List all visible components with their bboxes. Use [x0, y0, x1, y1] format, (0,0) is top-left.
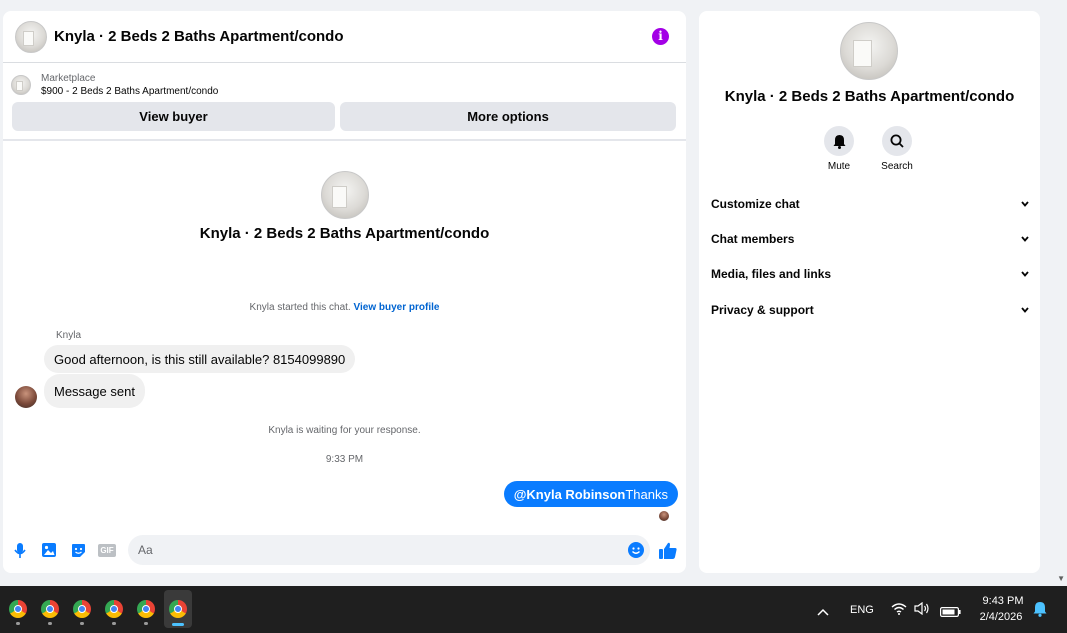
bell-icon	[824, 126, 854, 156]
chevron-down-icon	[1021, 236, 1029, 242]
sender-avatar[interactable]	[15, 386, 37, 408]
chrome-app-icon[interactable]	[133, 596, 159, 625]
info-panel-title: Knyla · 2 Beds 2 Baths Apartment/condo	[724, 88, 1015, 105]
incoming-message[interactable]: Message sent	[44, 374, 145, 408]
clock-date[interactable]: 2/4/2026	[975, 611, 1027, 623]
intro-title: Knyla · 2 Beds 2 Baths Apartment/condo	[199, 225, 490, 242]
chrome-app-icon[interactable]	[101, 596, 127, 625]
incoming-message[interactable]: Good afternoon, is this still available?…	[44, 345, 356, 373]
message-text: Message sent	[54, 383, 135, 399]
outgoing-message[interactable]: @Knyla Robinson Thanks	[503, 481, 678, 507]
more-options-button[interactable]: More options	[340, 102, 676, 131]
listing-small-thumbnail	[11, 74, 31, 95]
search-button[interactable]: Search	[872, 126, 922, 172]
chat-header: Knyla · 2 Beds 2 Baths Apartment/condo i	[3, 11, 686, 63]
view-buyer-button[interactable]: View buyer	[12, 102, 335, 131]
battery-icon[interactable]	[940, 604, 961, 622]
section-label: Media, files and links	[711, 267, 832, 281]
sender-name: Knyla	[56, 330, 82, 341]
chat-started-text: Knyla started this chat.	[249, 302, 351, 313]
microphone-icon[interactable]	[12, 542, 28, 558]
listing-actions: View buyer More options	[3, 100, 686, 136]
message-composer: GIF Aa	[3, 535, 686, 565]
info-panel-avatar[interactable]	[840, 22, 898, 80]
listing-thumbnail[interactable]	[15, 20, 47, 53]
chat-members-section[interactable]: Chat members	[711, 229, 1029, 249]
gif-icon[interactable]: GIF	[98, 542, 116, 558]
view-buyer-profile-link[interactable]: View buyer profile	[354, 302, 440, 313]
chevron-down-icon	[1021, 307, 1029, 313]
chat-panel: Knyla · 2 Beds 2 Baths Apartment/condo i…	[3, 11, 686, 573]
emoji-icon[interactable]	[628, 542, 644, 558]
wifi-icon[interactable]	[891, 602, 907, 620]
media-files-links-section[interactable]: Media, files and links	[711, 264, 1029, 284]
privacy-support-section[interactable]: Privacy & support	[711, 300, 1029, 320]
waiting-notice: Knyla is waiting for your response.	[268, 425, 421, 436]
conversation-info-panel: Knyla · 2 Beds 2 Baths Apartment/condo M…	[699, 11, 1040, 573]
input-placeholder: Aa	[138, 543, 153, 557]
mute-button[interactable]: Mute	[814, 126, 864, 172]
customize-chat-section[interactable]: Customize chat	[711, 194, 1029, 214]
chat-started-notice: Knyla started this chat. View buyer prof…	[3, 302, 686, 313]
chrome-app-icon[interactable]	[37, 596, 63, 625]
section-label: Customize chat	[711, 197, 800, 211]
language-indicator[interactable]: ENG	[850, 604, 874, 616]
message-timestamp: 9:33 PM	[325, 454, 364, 465]
sticker-icon[interactable]	[70, 542, 86, 558]
section-label: Chat members	[711, 232, 795, 246]
message-text: Good afternoon, is this still available?…	[54, 351, 346, 367]
chevron-down-icon	[1021, 201, 1029, 207]
chevron-down-icon	[1021, 271, 1029, 277]
chevron-up-icon[interactable]	[817, 603, 829, 621]
chat-intro: Knyla · 2 Beds 2 Baths Apartment/condo	[3, 171, 686, 242]
photo-icon[interactable]	[41, 542, 57, 558]
section-label: Privacy & support	[711, 303, 814, 317]
divider	[3, 139, 686, 141]
listing-price-title: $900 - 2 Beds 2 Baths Apartment/condo	[41, 85, 219, 97]
chat-title[interactable]: Knyla · 2 Beds 2 Baths Apartment/condo	[54, 28, 344, 45]
clock-time[interactable]: 9:43 PM	[982, 595, 1024, 607]
chrome-app-icon[interactable]	[69, 596, 95, 625]
marketplace-label: Marketplace	[41, 72, 96, 84]
search-label: Search	[881, 161, 913, 172]
scroll-down-arrow[interactable]: ▼	[1057, 574, 1065, 583]
chrome-app-icon[interactable]	[5, 596, 31, 625]
like-icon[interactable]	[658, 540, 678, 560]
mention-text[interactable]: @Knyla Robinson	[514, 487, 626, 502]
mute-label: Mute	[827, 161, 851, 172]
notification-bell-icon[interactable]	[1033, 601, 1047, 622]
message-input[interactable]: Aa	[128, 535, 650, 565]
search-icon	[882, 126, 912, 156]
volume-icon[interactable]	[914, 601, 930, 620]
read-receipt-avatar	[659, 511, 669, 521]
message-text: Thanks	[625, 486, 668, 502]
taskbar: ENG 9:43 PM 2/4/2026	[0, 586, 1067, 633]
info-icon[interactable]: i	[652, 28, 669, 45]
chrome-app-icon-active[interactable]	[164, 590, 192, 628]
intro-avatar[interactable]	[320, 171, 369, 219]
marketplace-listing[interactable]: Marketplace $900 - 2 Beds 2 Baths Apartm…	[3, 63, 686, 100]
